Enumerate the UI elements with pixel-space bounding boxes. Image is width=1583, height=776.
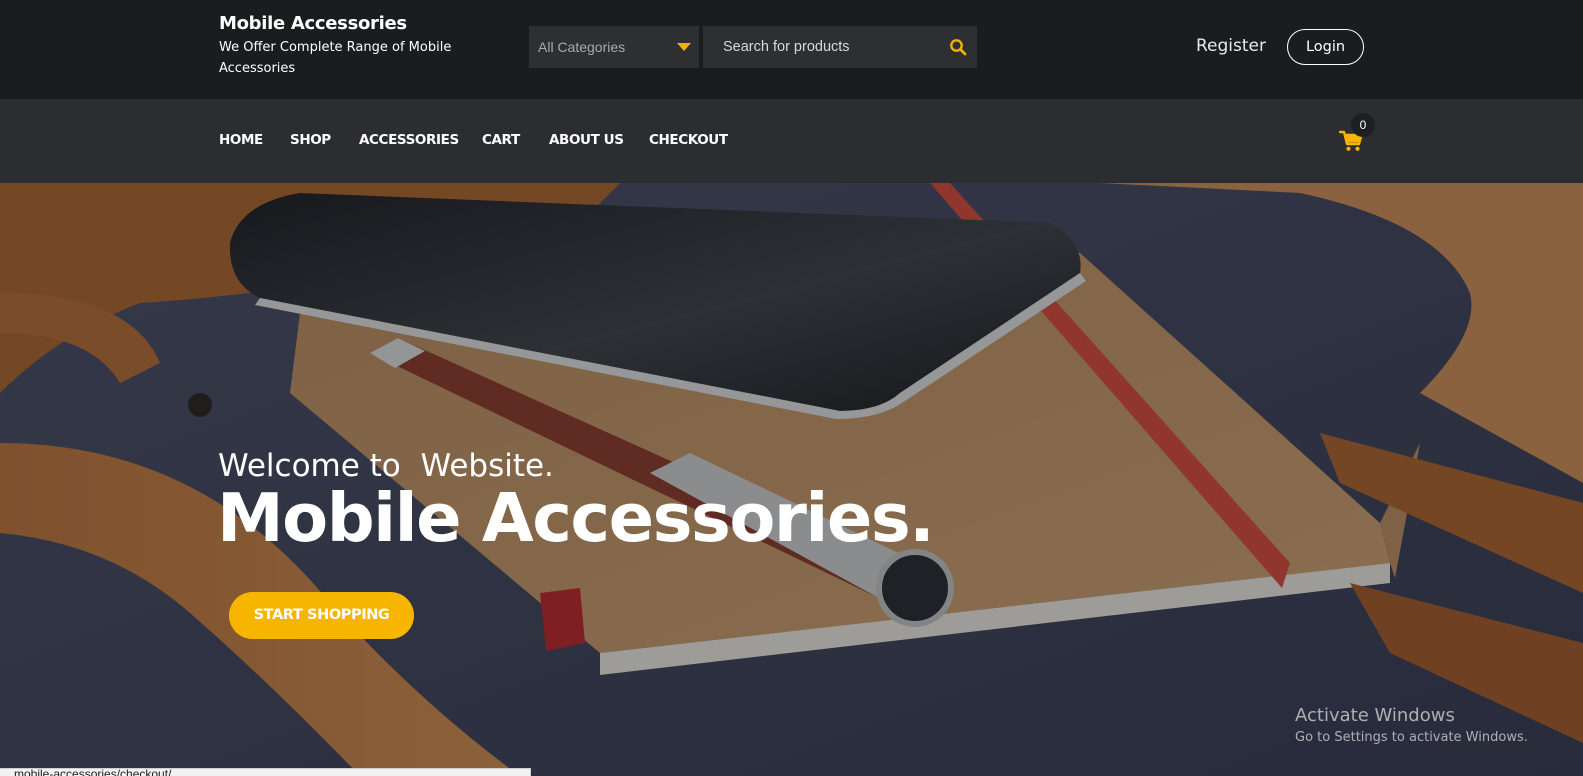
- top-header: Mobile Accessories We Offer Complete Ran…: [0, 0, 1583, 99]
- status-bar-url: ...mobile-accessories/checkout/: [0, 768, 531, 776]
- category-select-value: All Categories: [538, 39, 626, 55]
- start-shopping-button[interactable]: START SHOPPING: [229, 592, 414, 639]
- nav-item-shop[interactable]: SHOP: [290, 132, 331, 148]
- search-icon[interactable]: [949, 38, 967, 56]
- brand-subtitle: We Offer Complete Range of Mobile Access…: [219, 40, 452, 76]
- nav-item-accessories[interactable]: ACCESSORIES: [359, 132, 459, 148]
- nav-item-cart[interactable]: CART: [482, 132, 520, 148]
- watermark-title: Activate Windows: [1295, 705, 1455, 726]
- login-button[interactable]: Login: [1287, 29, 1364, 65]
- brand-title[interactable]: Mobile Accessories: [219, 12, 479, 35]
- nav-item-checkout[interactable]: CHECKOUT: [649, 132, 728, 148]
- brand[interactable]: Mobile Accessories We Offer Complete Ran…: [219, 12, 479, 79]
- hero-title: Mobile Accessories.: [217, 479, 935, 557]
- nav-item-home[interactable]: HOME: [219, 132, 263, 148]
- category-select[interactable]: All Categories: [529, 26, 699, 68]
- watermark-subtitle: Go to Settings to activate Windows.: [1295, 730, 1528, 745]
- nav-item-about-us[interactable]: ABOUT US: [549, 132, 624, 148]
- activate-windows-watermark: Activate Windows Go to Settings to activ…: [1295, 704, 1528, 748]
- search-input[interactable]: [703, 26, 939, 68]
- search-box: [703, 26, 977, 68]
- chevron-down-icon: [677, 43, 691, 51]
- register-link[interactable]: Register: [1196, 35, 1266, 57]
- cart-count-badge: 0: [1351, 113, 1375, 137]
